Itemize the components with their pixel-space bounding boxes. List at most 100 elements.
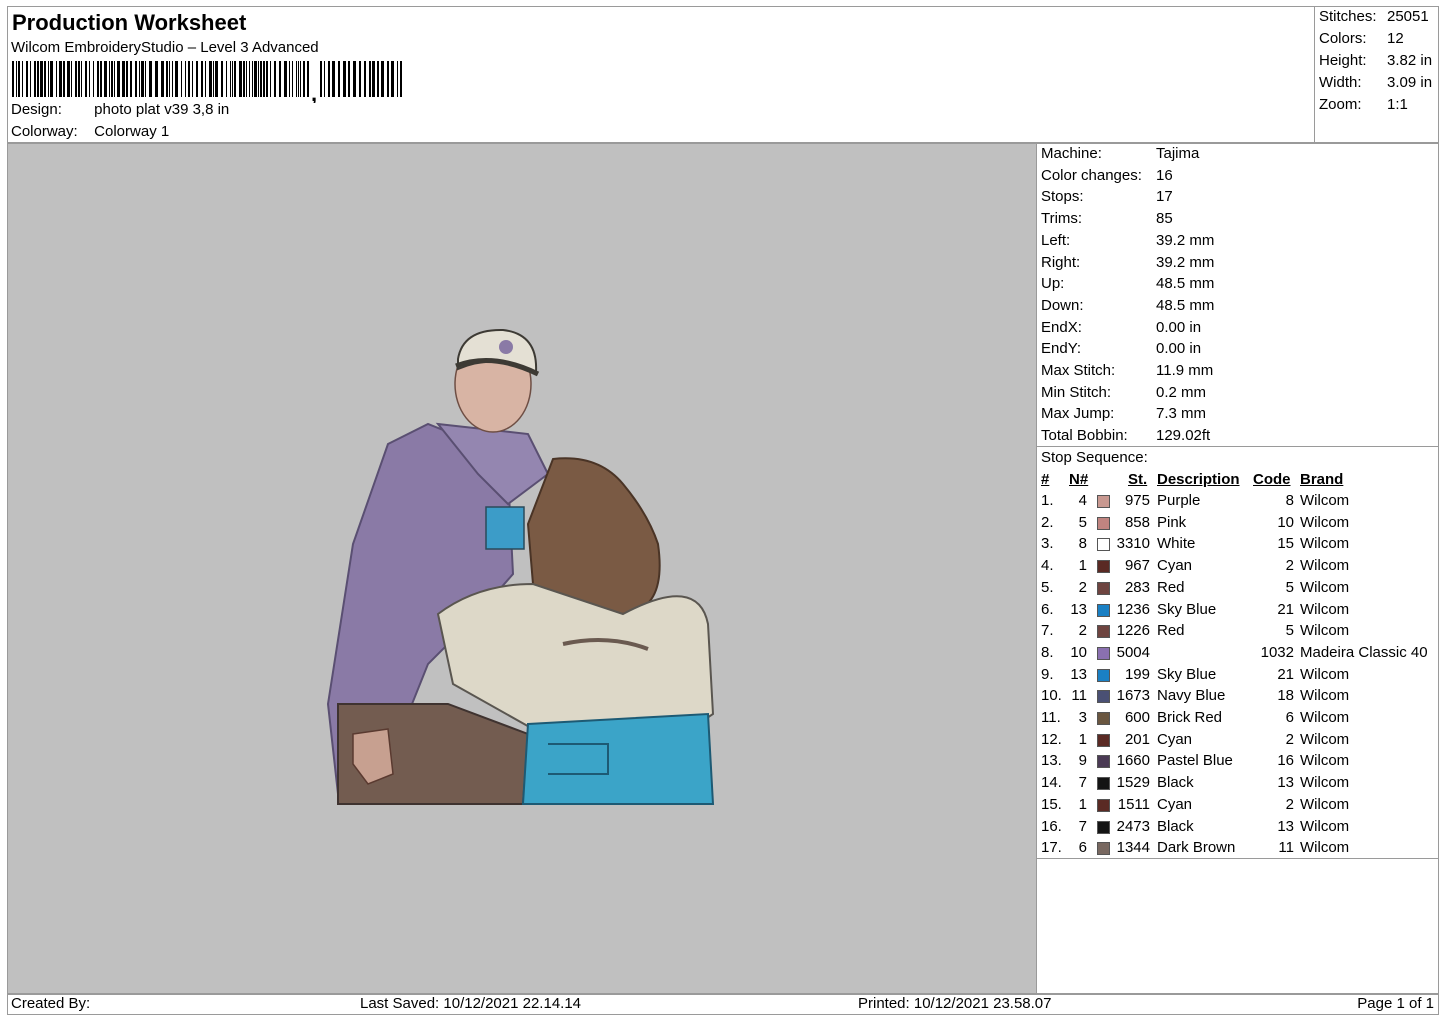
colorway-value: Colorway 1 [94, 123, 170, 140]
last-saved: Last Saved: 10/12/2021 22.14.14 [360, 995, 582, 1012]
thread-brand: Wilcom [1300, 622, 1350, 640]
thread-brand: Wilcom [1300, 709, 1350, 726]
color-description: Red [1157, 622, 1185, 640]
table-row: 14. 7 1529 Black 13 Wilcom [1037, 774, 1438, 796]
thread-brand: Wilcom [1300, 817, 1350, 835]
machine-info-row: Color changes: 16 [1041, 167, 1173, 184]
needle-number: 3 [1078, 709, 1087, 726]
thread-brand: Wilcom [1300, 557, 1350, 575]
machine-info-value: 0.00 in [1156, 340, 1202, 358]
needle-number: 6 [1078, 839, 1087, 857]
machine-info-label: Trims: [1041, 210, 1083, 228]
row-index: 14. [1041, 774, 1062, 792]
color-swatch [1097, 733, 1110, 747]
stitch-count: 600 [1124, 709, 1150, 726]
color-code: 5 [1285, 622, 1294, 640]
color-description: Cyan [1157, 795, 1193, 813]
needle-number: 11 [1071, 687, 1087, 705]
stat-value: 25051 [1387, 8, 1429, 25]
table-row: 13. 9 1660 Pastel Blue 16 Wilcom [1037, 752, 1438, 774]
color-swatch [1097, 820, 1110, 834]
table-row: 12. 1 201 Cyan 2 Wilcom [1037, 731, 1438, 753]
color-description: Pastel Blue [1157, 752, 1233, 770]
stitch-count: 283 [1124, 578, 1150, 596]
stitch-count: 201 [1124, 730, 1150, 748]
needle-number: 5 [1078, 513, 1087, 531]
color-swatch [1097, 603, 1110, 617]
machine-info-label: Max Jump: [1041, 405, 1115, 423]
table-row: 2. 5 858 Pink 10 Wilcom [1037, 514, 1438, 536]
thread-brand: Wilcom [1300, 730, 1350, 748]
divider [1037, 858, 1438, 859]
created-by: Created By: [11, 995, 91, 1012]
thread-brand: Wilcom [1300, 687, 1350, 705]
color-description: Black [1157, 817, 1194, 835]
table-row: 7. 2 1226 Red 5 Wilcom [1037, 622, 1438, 644]
color-swatch [1097, 842, 1110, 856]
row-index: 1. [1041, 492, 1054, 509]
needle-number: 1 [1078, 730, 1087, 748]
color-swatch [1097, 755, 1110, 769]
machine-info-label: Min Stitch: [1041, 383, 1112, 401]
stitch-count: 5004 [1116, 643, 1150, 661]
table-row: 16. 7 2473 Black 13 Wilcom [1037, 818, 1438, 840]
thread-brand: Wilcom [1300, 600, 1350, 618]
col-header-index: # [1041, 471, 1050, 488]
thread-brand: Wilcom [1300, 752, 1350, 770]
colorway-label: Colorway: [11, 123, 78, 140]
needle-number: 10 [1070, 643, 1087, 661]
divider [1037, 446, 1438, 447]
row-index: 8. [1041, 643, 1054, 661]
machine-info-row: Max Jump: 7.3 mm [1041, 405, 1206, 422]
row-index: 11. [1041, 709, 1061, 726]
needle-number: 9 [1078, 752, 1087, 770]
color-code: 10 [1277, 513, 1294, 531]
color-swatch [1097, 581, 1110, 595]
stat-value: 3.09 in [1387, 74, 1433, 91]
machine-info-panel: Machine: Tajima Color changes: 16 Stops: 17 Tr… [1036, 143, 1439, 994]
machine-info-value: 48.5 mm [1156, 275, 1215, 293]
col-header-needle: N# [1069, 471, 1089, 488]
stitch-count: 3310 [1116, 535, 1150, 553]
color-code: 6 [1285, 709, 1294, 726]
color-code: 5 [1285, 578, 1294, 596]
color-swatch [1097, 646, 1110, 660]
row-index: 17. [1041, 839, 1062, 857]
stitch-count: 2473 [1116, 817, 1150, 835]
needle-number: 1 [1078, 557, 1087, 575]
needle-number: 1 [1078, 795, 1087, 813]
color-description: Red [1157, 578, 1185, 596]
color-swatch [1097, 668, 1110, 682]
machine-info-row: Max Stitch: 11.9 mm [1041, 362, 1213, 379]
stat-row: Stitches: 25051 [1319, 8, 1429, 25]
machine-info-row: Min Stitch: 0.2 mm [1041, 384, 1206, 401]
machine-info-label: Max Stitch: [1041, 362, 1116, 379]
color-swatch [1097, 712, 1110, 725]
machine-info-value: 129.02ft [1156, 427, 1211, 445]
needle-number: 13 [1070, 600, 1087, 618]
machine-info-label: Right: [1041, 253, 1081, 271]
machine-info-value: 17 [1156, 188, 1173, 206]
row-index: 15. [1041, 795, 1062, 813]
row-index: 10. [1041, 687, 1062, 705]
machine-info-label: Up: [1041, 275, 1065, 293]
color-code: 21 [1277, 600, 1294, 618]
thread-brand: Wilcom [1300, 665, 1350, 683]
page-number: Page 1 of 1 [1357, 995, 1434, 1012]
needle-number: 4 [1078, 492, 1087, 509]
needle-number: 13 [1070, 665, 1087, 683]
design-canvas [7, 143, 1037, 994]
stat-label: Colors: [1319, 30, 1367, 47]
color-swatch [1097, 690, 1110, 704]
table-row: 6. 13 1236 Sky Blue 21 Wilcom [1037, 601, 1438, 623]
color-swatch [1097, 495, 1110, 508]
machine-info-label: Machine: [1041, 145, 1102, 162]
color-swatch [1097, 516, 1110, 530]
table-row: 11. 3 600 Brick Red 6 Wilcom [1037, 709, 1438, 731]
color-description: White [1157, 535, 1196, 553]
stitch-count: 975 [1124, 492, 1150, 509]
color-description: Cyan [1157, 730, 1193, 748]
color-code: 11 [1278, 839, 1294, 857]
row-index: 12. [1041, 730, 1062, 748]
color-code: 2 [1285, 795, 1294, 813]
